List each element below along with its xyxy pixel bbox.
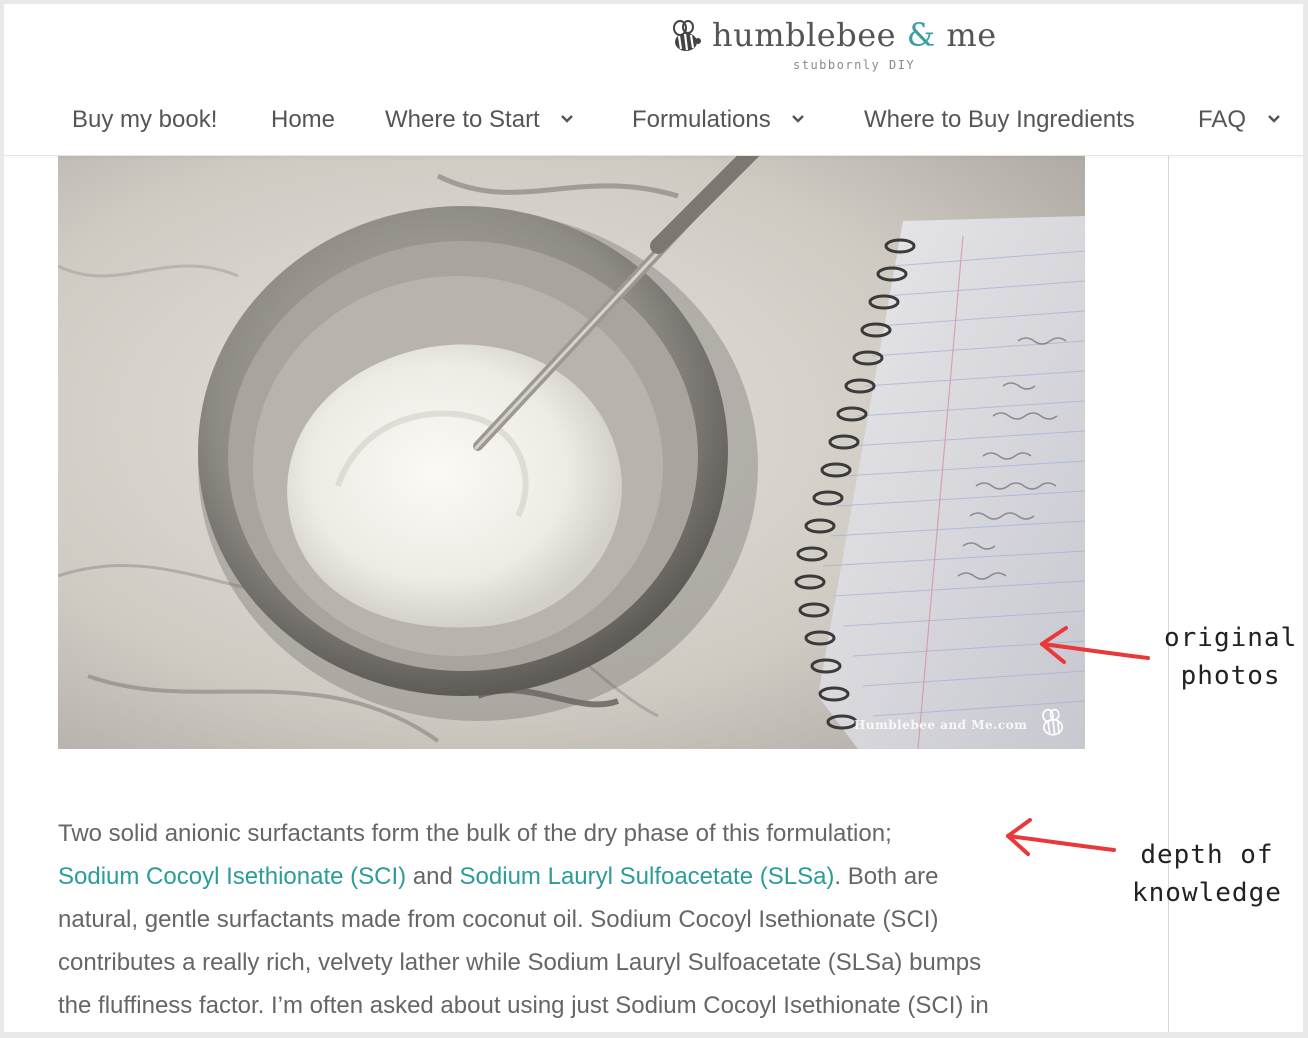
- nav-item-label: Buy my book!: [72, 106, 218, 133]
- nav-item-where-to-buy[interactable]: Where to Buy Ingredients: [864, 102, 1135, 138]
- nav-item-label: Home: [271, 106, 336, 133]
- photo-watermark: Humblebee and Me.com: [854, 718, 1028, 732]
- logo-name: humblebee: [712, 16, 897, 54]
- bee-icon: [673, 20, 701, 51]
- logo-wordmark: humblebee & me: [712, 16, 997, 54]
- article-line: Sodium Cocoyl Isethionate (SCI) and Sodi…: [58, 855, 1098, 898]
- site-logo[interactable]: humblebee & me stubbornly DIY: [668, 16, 1008, 76]
- watermark-bee-icon: [1042, 708, 1063, 736]
- nav-item-label: Where to Buy Ingredients: [864, 106, 1135, 133]
- article-line: contributes a really rich, velvety lathe…: [58, 949, 982, 976]
- link-slsa[interactable]: Sodium Lauryl Sulfoacetate (SLSa): [460, 863, 835, 890]
- site-tagline: stubbornly DIY: [793, 58, 916, 72]
- nav-item-faq[interactable]: FAQ: [1198, 102, 1281, 138]
- annotation-text: depth of: [1140, 840, 1274, 870]
- chevron-down-icon: [1267, 114, 1280, 123]
- arrow-icon: [1006, 818, 1116, 856]
- chevron-down-icon: [561, 114, 574, 123]
- annotation-text: photos: [1180, 661, 1281, 691]
- annotation-original-photos: original photos: [1164, 619, 1297, 695]
- nav-item-label: Where to Start: [385, 106, 540, 133]
- article-text: . Both are: [834, 863, 939, 890]
- surfactant-bowl-photo: [58, 156, 1085, 749]
- annotation-text: knowledge: [1132, 878, 1282, 908]
- article-line: the fluffiness factor. I’m often asked a…: [58, 992, 989, 1019]
- browser-page: humblebee & me stubbornly DIY Buy my boo…: [4, 4, 1303, 1032]
- article-body: Two solid anionic surfactants form the b…: [58, 812, 1098, 1027]
- site-header: humblebee & me stubbornly DIY Buy my boo…: [4, 4, 1303, 156]
- link-sci[interactable]: Sodium Cocoyl Isethionate (SCI): [58, 863, 406, 890]
- article-text: and: [406, 863, 460, 890]
- annotation-depth-of-knowledge: depth of knowledge: [1132, 836, 1282, 912]
- article-line: natural, gentle surfactants made from co…: [58, 906, 939, 933]
- article-photo[interactable]: Humblebee and Me.com: [58, 156, 1085, 749]
- nav-item-label: Formulations: [632, 106, 771, 133]
- annotation-text: original: [1164, 623, 1298, 653]
- nav-item-buy-book[interactable]: Buy my book!: [72, 102, 217, 138]
- nav-item-label: FAQ: [1198, 106, 1247, 133]
- nav-item-home[interactable]: Home: [271, 102, 335, 138]
- nav-item-formulations[interactable]: Formulations: [632, 102, 805, 138]
- main-nav: Buy my book! Home Where to Start Formula…: [4, 102, 1303, 138]
- article-line: Two solid anionic surfactants form the b…: [58, 820, 892, 847]
- arrow-icon: [1040, 626, 1150, 664]
- logo-me: me: [946, 16, 997, 54]
- logo-ampersand: &: [906, 16, 936, 54]
- nav-item-where-to-start[interactable]: Where to Start: [385, 102, 574, 138]
- chevron-down-icon: [792, 114, 805, 123]
